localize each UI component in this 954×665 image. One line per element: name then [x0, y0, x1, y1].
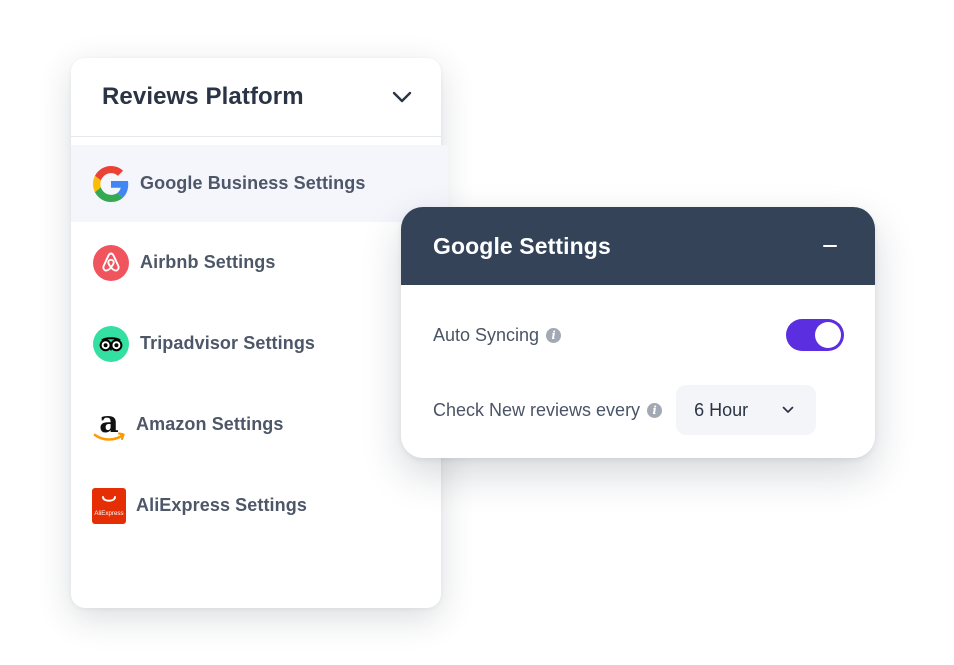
card-title: Google Settings: [433, 232, 611, 259]
aliexpress-icon: AliExpress: [92, 487, 126, 525]
chevron-down-icon: [782, 401, 794, 419]
amazon-icon: a: [92, 406, 126, 444]
panel-header[interactable]: Reviews Platform: [71, 58, 441, 137]
toggle-knob: [815, 322, 841, 348]
platform-label: AliExpress Settings: [136, 495, 307, 515]
platform-label: Google Business Settings: [140, 173, 366, 193]
platform-item-tripadvisor[interactable]: Tripadvisor Settings: [71, 303, 441, 384]
tripadvisor-icon: [92, 325, 130, 363]
platform-list: Google Business Settings Airbnb Settings: [71, 145, 448, 546]
auto-syncing-row: Auto Syncing i: [433, 319, 844, 351]
platform-item-amazon[interactable]: a Amazon Settings: [71, 384, 441, 465]
platform-item-airbnb[interactable]: Airbnb Settings: [71, 222, 441, 303]
google-icon: [92, 165, 130, 203]
collapse-minus-icon[interactable]: [821, 237, 839, 255]
airbnb-icon: [92, 244, 130, 282]
svg-text:AliExpress: AliExpress: [94, 510, 123, 517]
panel-title: Reviews Platform: [102, 83, 304, 110]
reviews-platform-panel: Reviews Platform Google Business Setting…: [71, 58, 448, 608]
chevron-down-icon[interactable]: [391, 86, 413, 108]
info-icon[interactable]: i: [647, 402, 663, 418]
platform-label: Amazon Settings: [136, 414, 284, 434]
info-icon[interactable]: i: [546, 327, 562, 343]
google-settings-card: Google Settings Auto Syncing i Check New…: [401, 207, 875, 458]
select-value: 6 Hour: [694, 399, 749, 420]
auto-syncing-label: Auto Syncing: [433, 324, 540, 345]
platform-label: Tripadvisor Settings: [140, 333, 316, 353]
check-interval-label: Check New reviews every: [433, 399, 641, 420]
platform-item-aliexpress[interactable]: AliExpress AliExpress Settings: [71, 465, 441, 546]
platform-item-google[interactable]: Google Business Settings: [71, 145, 448, 222]
check-interval-select[interactable]: 6 Hour: [676, 385, 817, 435]
svg-text:a: a: [99, 406, 118, 440]
platform-label: Airbnb Settings: [140, 252, 276, 272]
check-interval-row: Check New reviews every i 6 Hour: [433, 385, 843, 435]
card-header: Google Settings: [401, 207, 875, 285]
auto-syncing-toggle[interactable]: [786, 319, 844, 351]
